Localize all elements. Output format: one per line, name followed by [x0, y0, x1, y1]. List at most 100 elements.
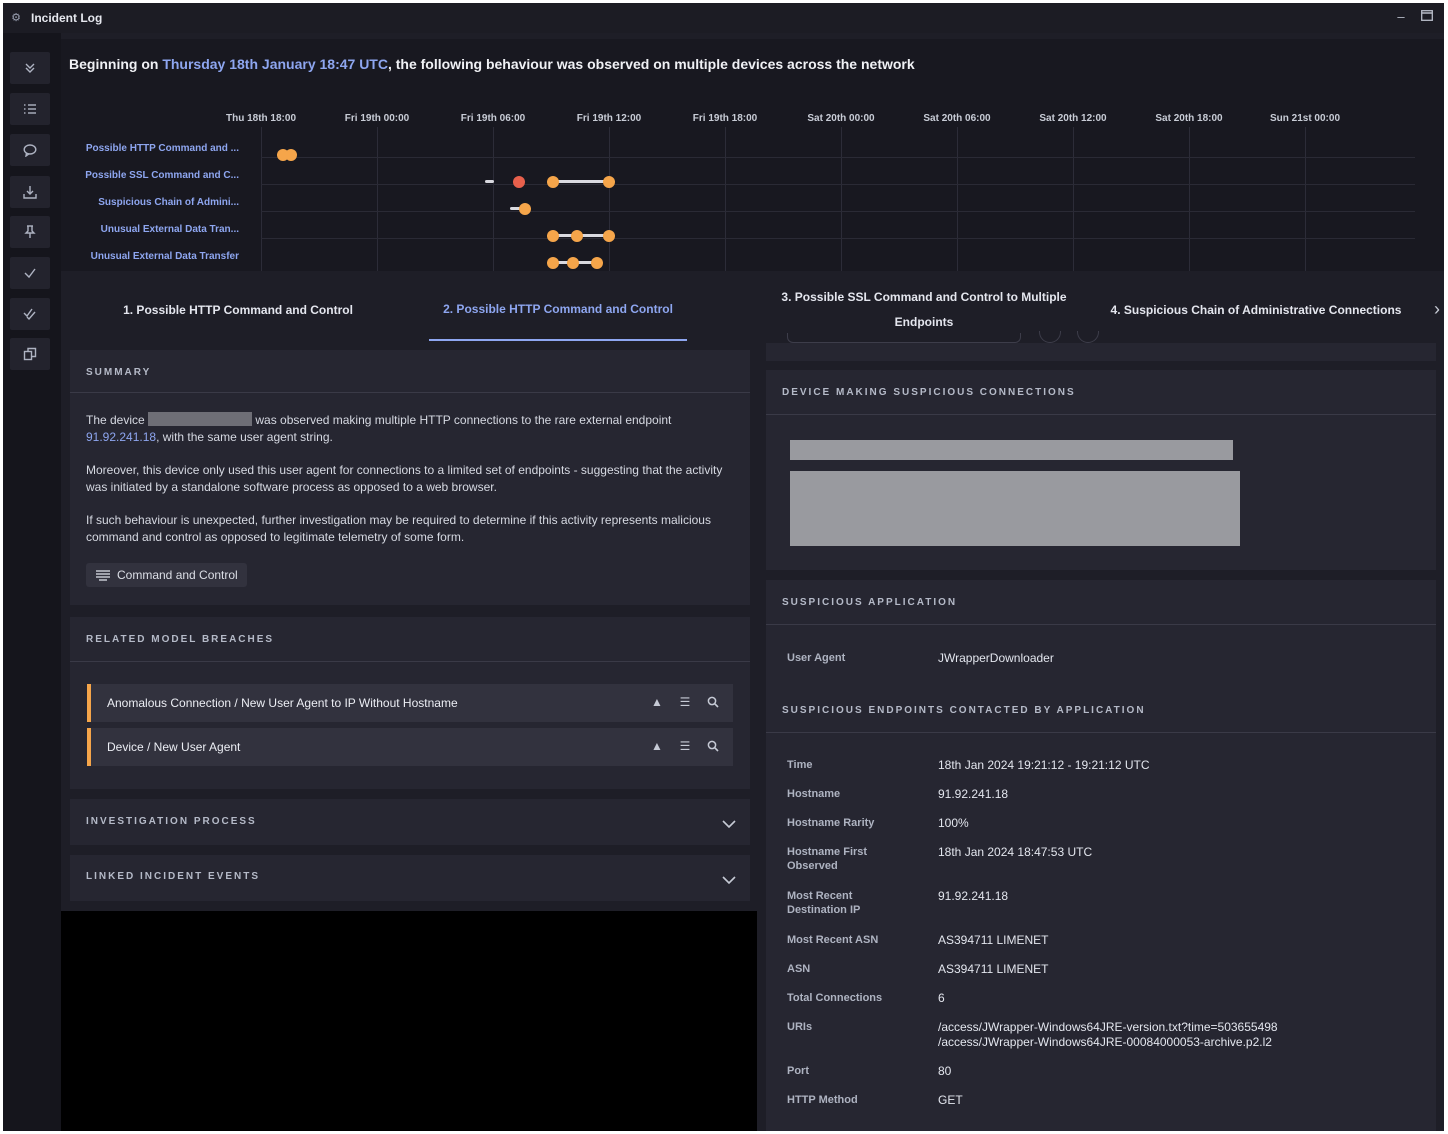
timeline-row-line — [261, 157, 1415, 158]
timeline-tick: Fri 19th 06:00 — [460, 113, 526, 124]
timeline-event-dot[interactable] — [603, 176, 615, 188]
redacted-device-info — [790, 440, 1233, 460]
list-icon[interactable]: ☰ — [677, 694, 693, 710]
copy-button[interactable] — [10, 338, 50, 370]
incident-tabs: 1. Possible HTTP Command and Control 2. … — [61, 279, 1444, 343]
download-icon — [23, 186, 37, 199]
headline-prefix: Beginning on — [69, 56, 163, 72]
search-icon[interactable] — [705, 738, 721, 754]
timeline-row-label[interactable]: Unusual External Data Tran... — [101, 224, 239, 235]
timeline-event-dot[interactable] — [519, 203, 531, 215]
timeline-tick: Sat 20th 12:00 — [1039, 113, 1107, 124]
investigation-process-panel[interactable]: INVESTIGATION PROCESS — [70, 799, 750, 845]
mitre-tag[interactable]: Command and Control — [86, 563, 247, 587]
list-view-button[interactable] — [10, 93, 50, 125]
timeline-row-label[interactable]: Possible HTTP Command and ... — [86, 143, 239, 154]
endpoint-value-uri-1: /access/JWrapper-Windows64JRE-version.tx… — [938, 1020, 1278, 1034]
chevron-down-icon[interactable] — [722, 816, 736, 830]
check-icon — [24, 268, 36, 279]
summary-paragraph-1: The device was observed making multiple … — [86, 412, 736, 446]
pin-icon — [24, 225, 36, 238]
timeline-event-dash[interactable] — [485, 180, 494, 183]
endpoint-value-first-observed: 18th Jan 2024 18:47:53 UTC — [938, 845, 1093, 859]
redacted-device-details — [790, 471, 1240, 546]
endpoint-value-uri-2: /access/JWrapper-Windows64JRE-0008400005… — [938, 1035, 1272, 1049]
suspicious-application-header: SUSPICIOUS APPLICATION — [782, 597, 958, 608]
timeline-event-dot[interactable] — [571, 230, 583, 242]
timeline-event-dot[interactable] — [603, 230, 615, 242]
divider — [70, 661, 750, 662]
tab-label: 3. Possible SSL Command and Control to M… — [781, 290, 1067, 304]
timeline-row-label[interactable]: Possible SSL Command and C... — [85, 170, 239, 181]
timeline-tick: Sun 21st 00:00 — [1269, 113, 1341, 124]
tab-label: Endpoints — [894, 315, 954, 329]
tag-label: Command and Control — [117, 568, 238, 582]
tab-label: 1. Possible HTTP Command and Control — [123, 302, 353, 317]
timeline-gridline — [493, 127, 494, 271]
timeline-event-bar[interactable] — [553, 180, 609, 183]
endpoint-key-total-connections: Total Connections — [787, 992, 883, 1004]
timeline-gridline — [261, 127, 262, 271]
model-breach-label: Anomalous Connection / New User Agent to… — [107, 696, 458, 710]
summary-paragraph-3: If such behaviour is unexpected, further… — [86, 513, 711, 544]
endpoint-value-recent-asn: AS394711 LIMENET — [938, 933, 1049, 947]
timeline-event-dot[interactable] — [547, 257, 559, 269]
endpoint-value-http-method: GET — [938, 1093, 963, 1107]
model-breach-item[interactable]: Anomalous Connection / New User Agent to… — [87, 684, 733, 722]
empty-area — [61, 911, 757, 1131]
endpoint-value-asn: AS394711 LIMENET — [938, 962, 1049, 976]
tab-label: 2. Possible HTTP Command and Control — [443, 301, 673, 316]
linked-incident-events-panel[interactable]: LINKED INCIDENT EVENTS — [70, 855, 750, 901]
copy-icon — [23, 347, 37, 361]
model-breach-item[interactable]: Device / New User Agent ▲ ☰ — [87, 728, 733, 766]
tab-incident-1[interactable]: 1. Possible HTTP Command and Control — [61, 279, 415, 341]
chevron-down-icon[interactable] — [722, 872, 736, 886]
acknowledge-button[interactable] — [10, 257, 50, 289]
user-agent-key: User Agent — [787, 652, 846, 664]
tab-incident-4[interactable]: 4. Suspicious Chain of Administrative Co… — [1091, 279, 1421, 341]
acknowledge-all-button[interactable] — [10, 298, 50, 330]
timeline-gridline — [725, 127, 726, 271]
timeline-tick: Sat 20th 06:00 — [923, 113, 991, 124]
cutoff-select[interactable] — [787, 333, 1021, 343]
endpoint-key-time: Time — [787, 759, 813, 771]
headline-date[interactable]: Thursday 18th January 18:47 UTC — [162, 56, 388, 72]
tab-incident-2[interactable]: 2. Possible HTTP Command and Control — [429, 279, 687, 341]
timeline-gridline — [957, 127, 958, 271]
endpoint-value-destination-ip: 91.92.241.18 — [938, 889, 1009, 903]
download-button[interactable] — [10, 176, 50, 208]
maximize-icon[interactable] — [1419, 9, 1435, 25]
list-icon[interactable]: ☰ — [677, 738, 693, 754]
device-panel-header: DEVICE MAKING SUSPICIOUS CONNECTIONS — [782, 387, 1076, 398]
timeline-event-dot[interactable] — [567, 257, 579, 269]
timeline-row-line — [261, 238, 1415, 239]
warning-icon[interactable]: ▲ — [649, 694, 665, 710]
timeline-event-dot[interactable] — [547, 230, 559, 242]
timeline-event-dot[interactable] — [285, 149, 297, 161]
timeline-row-line — [261, 184, 1415, 185]
endpoint-key-hostname-rarity: Hostname Rarity — [787, 817, 875, 829]
divider — [766, 624, 1436, 625]
timeline-row-label[interactable]: Suspicious Chain of Admini... — [98, 197, 239, 208]
user-agent-value: JWrapperDownloader — [938, 651, 1054, 665]
chevron-right-icon[interactable]: › — [1434, 299, 1440, 320]
summary-text: was observed making multiple HTTP connec… — [252, 413, 672, 427]
endpoint-key-hostname: Hostname — [787, 788, 841, 800]
timeline-selected-dot[interactable] — [513, 176, 525, 188]
collapse-all-button[interactable] — [10, 52, 50, 84]
headline-suffix: , the following behaviour was observed o… — [387, 56, 915, 72]
endpoint-key-first-observed: Hostname First Observed — [787, 846, 868, 872]
investigation-process-header: INVESTIGATION PROCESS — [86, 816, 257, 827]
timeline-row-label[interactable]: Unusual External Data Transfer — [91, 251, 239, 262]
headline: Beginning on Thursday 18th January 18:47… — [69, 56, 915, 72]
search-icon[interactable] — [705, 694, 721, 710]
divider — [766, 414, 1436, 415]
timeline-event-dot[interactable] — [591, 257, 603, 269]
timeline-event-dot[interactable] — [547, 176, 559, 188]
comments-button[interactable] — [10, 134, 50, 166]
divider — [70, 392, 750, 393]
minimize-icon[interactable]: – — [1393, 9, 1409, 25]
endpoint-link[interactable]: 91.92.241.18 — [86, 430, 156, 444]
pin-button[interactable] — [10, 216, 50, 248]
warning-icon[interactable]: ▲ — [649, 738, 665, 754]
